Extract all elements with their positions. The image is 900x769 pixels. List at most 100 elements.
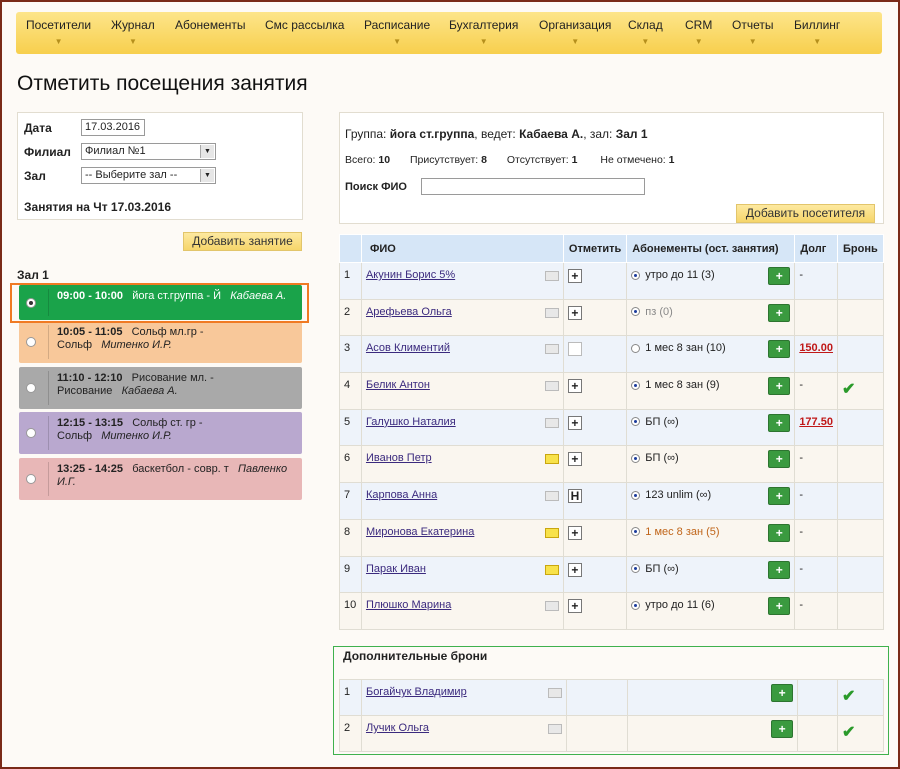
mark-button[interactable]: +	[567, 452, 582, 467]
visitor-link[interactable]: Карпова Анна	[366, 489, 437, 501]
menu-item-billing[interactable]: Биллинг ▼	[794, 18, 840, 46]
note-icon[interactable]	[544, 417, 559, 428]
subscription-radio[interactable]	[631, 380, 641, 390]
mark-button[interactable]: +	[567, 269, 582, 283]
debt-cell: -	[794, 518, 838, 557]
add-user-card-icon[interactable]: +	[771, 684, 794, 702]
mark-button[interactable]: +	[567, 305, 582, 320]
note-icon[interactable]	[544, 527, 559, 538]
debt-cell: -	[794, 262, 838, 300]
branch-select[interactable]: Филиал №1 ▼	[81, 143, 216, 160]
debt-value[interactable]: 150.00	[799, 342, 833, 354]
lesson-time: 13:25 - 14:25	[57, 463, 124, 475]
subscription-radio[interactable]	[631, 564, 641, 574]
group-prefix: Группа:	[345, 127, 387, 141]
lesson-item[interactable]: 10:05 - 11:05 Сольф мл.гр - Сольф Митенк…	[19, 321, 302, 363]
mark-button[interactable]: +	[567, 525, 582, 540]
lesson-item[interactable]: 11:10 - 12:10 Рисование мл. - Рисование …	[19, 367, 302, 409]
note-icon[interactable]	[547, 724, 562, 734]
subscription-label: БП (∞)	[645, 415, 679, 428]
note-icon[interactable]	[547, 688, 562, 698]
subscription-radio[interactable]	[631, 307, 641, 317]
menu-item-accounting[interactable]: Бухгалтерия ▼	[449, 18, 518, 46]
debt-value: -	[799, 489, 803, 502]
lesson-radio[interactable]	[26, 337, 36, 347]
note-icon[interactable]	[544, 307, 559, 318]
note-icon[interactable]	[544, 381, 559, 392]
mark-cell	[565, 679, 629, 716]
lesson-radio[interactable]	[26, 428, 36, 438]
menu-item-journal[interactable]: Журнал ▼	[111, 18, 155, 46]
add-user-card-icon[interactable]: +	[768, 523, 791, 542]
visitor-link[interactable]: Лучик Ольга	[366, 722, 429, 734]
branch-label: Филиал	[24, 145, 71, 159]
menu-item-schedule[interactable]: Расписание ▼	[364, 18, 430, 46]
subscription-radio[interactable]	[631, 527, 641, 537]
mark-button[interactable]: +	[567, 379, 582, 394]
visitor-link[interactable]: Плюшко Марина	[366, 599, 451, 611]
visitor-link[interactable]: Миронова Екатерина	[366, 526, 474, 538]
menu-item-reports[interactable]: Отчеты ▼	[732, 18, 773, 46]
mark-button[interactable]	[567, 342, 582, 357]
menu-item-subscriptions[interactable]: Абонементы	[175, 18, 246, 32]
debt-cell: -	[794, 555, 838, 594]
note-icon[interactable]	[544, 271, 559, 281]
lesson-radio[interactable]	[26, 383, 36, 393]
add-user-card-icon[interactable]: +	[768, 303, 791, 322]
visitor-link[interactable]: Белик Антон	[366, 379, 430, 391]
search-input[interactable]	[421, 178, 645, 195]
mark-cell: +	[562, 408, 628, 447]
hall-select[interactable]: -- Выберите зал -- ▼	[81, 167, 216, 184]
booking-cell: ✔	[836, 372, 885, 410]
add-user-card-icon[interactable]: +	[771, 720, 794, 738]
note-icon[interactable]	[544, 601, 559, 612]
add-lesson-button[interactable]: Добавить занятие	[183, 232, 302, 251]
menu-item-warehouse[interactable]: Склад ▼	[628, 18, 663, 46]
lesson-item[interactable]: 12:15 - 13:15 Сольф ст. гр - Сольф Митен…	[19, 412, 302, 454]
row-number: 1	[339, 262, 362, 300]
visitor-link[interactable]: Арефьева Ольга	[366, 306, 452, 318]
menu-item-sms[interactable]: Смс рассылка	[265, 18, 344, 32]
note-icon[interactable]	[544, 491, 559, 502]
add-user-card-icon[interactable]: +	[768, 267, 791, 285]
visitor-link[interactable]: Иванов Петр	[366, 452, 432, 464]
lesson-text: 11:10 - 12:10 Рисование мл. - Рисование …	[57, 372, 296, 398]
add-user-card-icon[interactable]: +	[768, 450, 791, 469]
add-user-card-icon[interactable]: +	[768, 560, 791, 579]
add-user-card-icon[interactable]: +	[768, 413, 791, 432]
lesson-radio[interactable]	[26, 474, 36, 484]
note-icon[interactable]	[544, 564, 559, 575]
note-icon[interactable]	[544, 454, 559, 465]
mark-button[interactable]: +	[567, 599, 582, 614]
subscription-radio[interactable]	[631, 490, 641, 500]
mark-button[interactable]: +	[567, 562, 582, 577]
date-field[interactable]: 17.03.2016	[81, 119, 145, 136]
add-user-card-icon[interactable]: +	[768, 340, 791, 359]
visitor-link[interactable]: Асов Климентий	[366, 342, 450, 354]
extra-bookings-table: 1 Богайчук Владимир + ✔ 2 Лучик Ольга + …	[339, 679, 884, 752]
note-icon[interactable]	[544, 344, 559, 355]
subscription-radio[interactable]	[631, 417, 641, 427]
subscription-radio[interactable]	[631, 600, 641, 610]
row-number: 9	[339, 555, 362, 594]
visitor-link[interactable]: Акунин Борис 5%	[366, 269, 455, 281]
subscription-radio[interactable]	[631, 454, 641, 464]
menu-item-crm[interactable]: CRM ▼	[685, 18, 712, 46]
add-visitor-button[interactable]: Добавить посетителя	[736, 204, 875, 223]
menu-item-visitors[interactable]: Посетители ▼	[26, 18, 91, 46]
subscription-radio[interactable]	[631, 343, 641, 353]
add-user-card-icon[interactable]: +	[768, 377, 791, 396]
menu-item-organization[interactable]: Организация ▼	[539, 18, 611, 46]
visitor-link[interactable]: Богайчук Владимир	[366, 686, 467, 698]
chevron-down-icon: ▼	[200, 145, 214, 158]
visitor-link[interactable]: Парак Иван	[366, 563, 426, 575]
mark-button[interactable]: Н	[567, 489, 582, 504]
debt-value[interactable]: 177.50	[799, 416, 833, 428]
lesson-item[interactable]: 13:25 - 14:25 баскетбол - совр. т Павлен…	[19, 458, 302, 500]
visitor-link[interactable]: Галушко Наталия	[366, 416, 456, 428]
mark-cell: Н	[562, 482, 628, 520]
mark-button[interactable]: +	[567, 415, 582, 430]
add-user-card-icon[interactable]: +	[768, 487, 791, 506]
add-user-card-icon[interactable]: +	[768, 597, 791, 616]
subscription-radio[interactable]	[631, 270, 641, 280]
